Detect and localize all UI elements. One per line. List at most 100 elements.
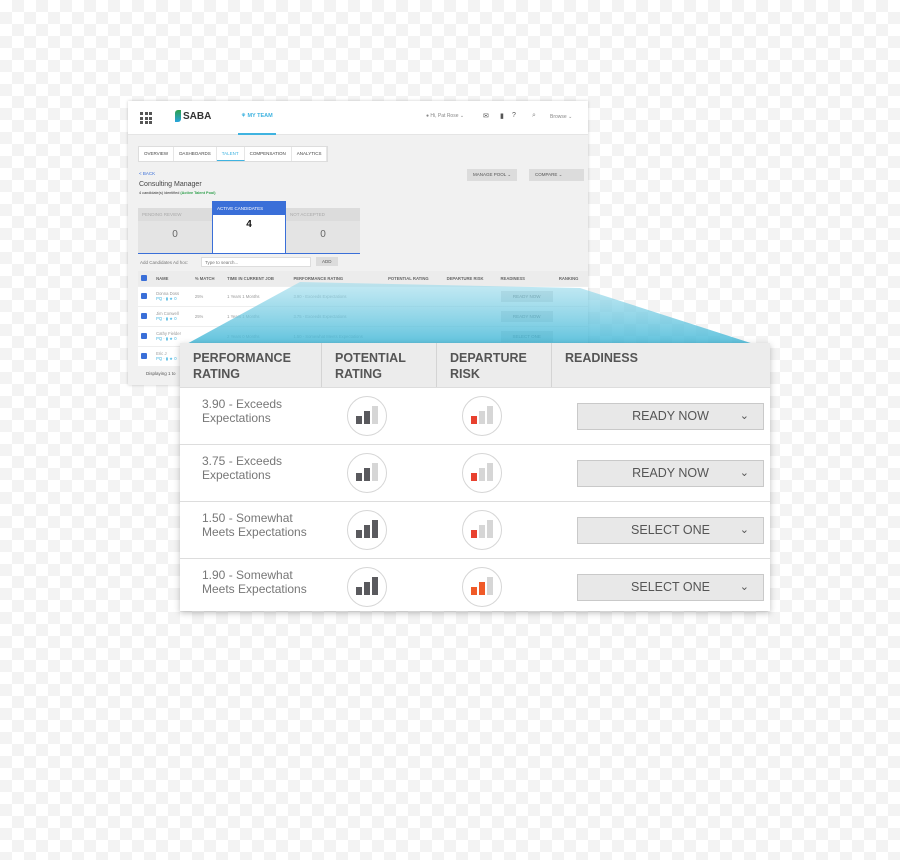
- tab-bar: OVERVIEW DASHBOARDS TALENT COMPENSATION …: [138, 146, 329, 162]
- card-pending-review[interactable]: PENDING REVIEW 0: [138, 208, 212, 254]
- tab-compensation[interactable]: COMPENSATION: [245, 147, 292, 161]
- departure-cell: [443, 305, 498, 326]
- col-match[interactable]: % MATCH: [191, 271, 225, 286]
- chevron-down-icon: ⌄: [739, 580, 749, 593]
- header-potential-rating: POTENTIAL RATING: [322, 343, 437, 387]
- app-grid-icon[interactable]: [140, 112, 152, 124]
- mail-icon[interactable]: ✉: [483, 112, 489, 120]
- row-checkbox[interactable]: [138, 285, 154, 306]
- card-active-candidates[interactable]: ACTIVE CANDIDATES 4: [212, 201, 286, 254]
- card-count: 0: [172, 229, 178, 240]
- col-performance: PERFORMANCE RATING: [290, 271, 386, 286]
- list-item: 1.90 - Somewhat Meets Expectations SELEC…: [180, 558, 770, 615]
- readiness-dropdown[interactable]: READY NOW ⌄: [577, 459, 764, 487]
- logo-text: SABA: [183, 110, 212, 122]
- status-cards: PENDING REVIEW 0 ACTIVE CANDIDATES 4 NOT A…: [138, 201, 360, 254]
- candidate-cell[interactable]: Donna Doss PQ · ▮ ★ 0: [153, 285, 192, 306]
- page-title: Consulting Manager: [139, 181, 202, 188]
- col-name[interactable]: NAME: [153, 271, 192, 286]
- readiness-dropdown[interactable]: SELECT ONE ⌄: [577, 573, 764, 601]
- card-count: 0: [320, 229, 326, 240]
- list-item: 1.50 - Somewhat Meets Expectations SELEC…: [180, 501, 770, 558]
- candidates-summary: 4 candidate(s) identified (Active Talent…: [139, 191, 216, 195]
- bar: [364, 468, 370, 481]
- match-cell: 25%: [191, 305, 225, 326]
- tab-analytics[interactable]: ANALYTICS: [292, 147, 328, 161]
- row-checkbox[interactable]: [138, 325, 154, 346]
- pagination-text: Displaying 1 to: [146, 371, 176, 376]
- readiness-cell[interactable]: READY NOW: [497, 285, 556, 306]
- candidate-links[interactable]: PQ · ▮ ★ 0: [156, 336, 189, 341]
- readiness-value: SELECT ONE: [631, 523, 710, 537]
- select-all-checkbox[interactable]: [138, 271, 154, 286]
- bar: [372, 463, 378, 481]
- potential-cell: [385, 305, 444, 326]
- tab-dashboards[interactable]: DASHBOARDS: [174, 147, 217, 161]
- header-readiness: READINESS: [565, 351, 638, 365]
- bar: [364, 411, 370, 424]
- top-header: SABA ⚘ MY TEAM ● Hi, Pat Rose ⌄ ✉ ▮ ? ⌕ …: [128, 101, 588, 135]
- bar: [479, 582, 485, 595]
- bar: [356, 416, 362, 424]
- bar: [356, 530, 362, 538]
- performance-rating-text: 1.90 - Somewhat Meets Expectations: [202, 568, 307, 596]
- bar: [471, 473, 477, 481]
- bar: [479, 525, 485, 538]
- performance-rating-text: 1.50 - Somewhat Meets Expectations: [202, 511, 307, 539]
- readiness-cell[interactable]: READY NOW: [497, 305, 556, 326]
- candidate-search-input[interactable]: [201, 257, 311, 267]
- bar: [364, 582, 370, 595]
- candidate-links[interactable]: PQ · ▮ ★ 0: [156, 316, 189, 321]
- chevron-down-icon: ⌄: [739, 466, 749, 479]
- help-icon[interactable]: ?: [512, 112, 516, 119]
- bar: [487, 463, 493, 481]
- ranking-cell[interactable]: [555, 285, 588, 306]
- col-time: TIME IN CURRENT JOB: [224, 271, 291, 286]
- readiness-select[interactable]: SELECT ONE: [500, 330, 553, 342]
- nav-my-team[interactable]: ⚘ MY TEAM: [238, 113, 276, 135]
- col-potential: POTENTIAL RATING: [385, 271, 444, 286]
- performance-rating-text: 3.90 - Exceeds Expectations: [202, 397, 283, 425]
- chevron-down-icon: ⌄: [739, 409, 749, 422]
- avatar: ●: [426, 113, 430, 119]
- bar: [364, 525, 370, 538]
- add-button[interactable]: ADD: [316, 257, 338, 266]
- compare-button[interactable]: COMPARE ⌄: [529, 169, 584, 181]
- row-checkbox[interactable]: [138, 345, 154, 366]
- back-link[interactable]: < BACK: [139, 171, 155, 176]
- readiness-select[interactable]: READY NOW: [500, 290, 553, 302]
- bookmark-icon[interactable]: ▮: [500, 112, 504, 120]
- tab-talent[interactable]: TALENT: [216, 147, 245, 161]
- table-row[interactable]: Donna Doss PQ · ▮ ★ 0 25% 1 Years 1 Month…: [138, 285, 588, 306]
- pool-link[interactable]: (Active Talent Pool): [180, 191, 215, 195]
- col-departure: DEPARTURE RISK: [443, 271, 498, 286]
- candidates-count: 4 candidate(s) identified: [139, 191, 180, 195]
- bar: [487, 406, 493, 424]
- browse-menu[interactable]: Browse ⌄: [550, 114, 572, 120]
- bar: [372, 577, 378, 595]
- readiness-select[interactable]: READY NOW: [500, 310, 553, 322]
- search-icon[interactable]: ⌕: [532, 112, 536, 120]
- bar: [372, 406, 378, 424]
- departure-cell: [443, 285, 498, 306]
- bar: [471, 416, 477, 424]
- ranking-cell[interactable]: [555, 305, 588, 326]
- saba-logo[interactable]: SABA: [175, 110, 211, 122]
- tab-overview[interactable]: OVERVIEW: [139, 147, 175, 161]
- manage-pool-button[interactable]: MANAGE POOL ⌄: [467, 169, 518, 181]
- readiness-value: READY NOW: [632, 409, 709, 423]
- performance-cell: 3.90 - Exceeds Expectations: [290, 285, 386, 306]
- row-checkbox[interactable]: [138, 305, 154, 326]
- candidate-cell[interactable]: Jim Conwell PQ · ▮ ★ 0: [153, 305, 192, 326]
- candidate-links[interactable]: PQ · ▮ ★ 0: [156, 296, 189, 301]
- readiness-dropdown[interactable]: SELECT ONE ⌄: [577, 516, 764, 544]
- time-cell: 1 Years 1 Months: [224, 305, 291, 326]
- user-menu[interactable]: ● Hi, Pat Rose ⌄: [426, 113, 464, 119]
- table-row[interactable]: Jim Conwell PQ · ▮ ★ 0 25% 1 Years 1 Mont…: [138, 305, 588, 326]
- potential-rating-icon: [347, 567, 387, 607]
- table-header: NAME% MATCH TIME IN CURRENT JOB PERFORMANC…: [138, 271, 588, 286]
- departure-risk-icon: [462, 396, 502, 436]
- readiness-dropdown[interactable]: READY NOW ⌄: [577, 402, 764, 430]
- nav-label: MY TEAM: [247, 113, 273, 119]
- card-not-accepted[interactable]: NOT ACCEPTED 0: [286, 208, 360, 254]
